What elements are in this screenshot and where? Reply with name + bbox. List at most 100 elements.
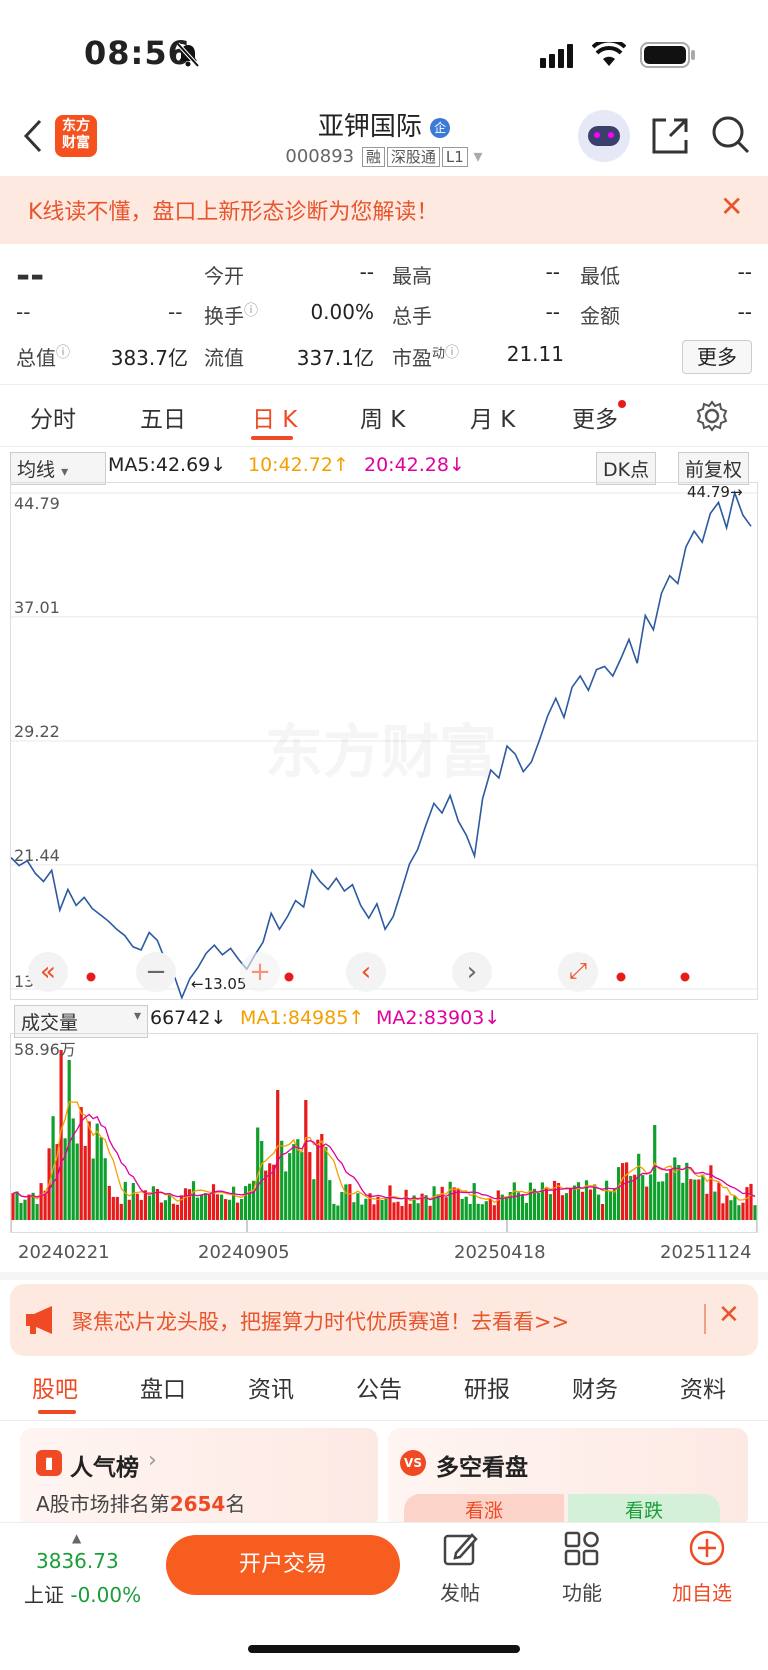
- price-axis-label: 29.22: [14, 722, 60, 741]
- tab-profile[interactable]: 资料: [680, 1370, 726, 1404]
- signal-dot[interactable]: [616, 972, 626, 982]
- tab-indicator: [38, 1410, 76, 1414]
- volume-bar: [324, 1146, 328, 1220]
- tab-weekly-k[interactable]: 周 K: [360, 400, 405, 434]
- expand-icon[interactable]: ▲: [72, 1531, 81, 1545]
- volume-bar: [677, 1165, 681, 1220]
- add-watchlist-label[interactable]: 加自选: [672, 1577, 732, 1606]
- fullscreen-icon[interactable]: ⤢: [558, 952, 598, 992]
- tab-news[interactable]: 资讯: [248, 1370, 294, 1404]
- volume-bar: [492, 1205, 496, 1220]
- tab-finance[interactable]: 财务: [572, 1370, 618, 1404]
- dk-point-button[interactable]: DK点: [596, 452, 657, 485]
- volume-bar: [593, 1184, 597, 1220]
- signal-dot[interactable]: [86, 972, 96, 982]
- price-axis-label: 44.79: [14, 494, 60, 513]
- divider: [0, 384, 768, 385]
- volume-bar: [697, 1179, 701, 1220]
- pe-value: 21.11: [506, 342, 564, 366]
- close-icon[interactable]: ✕: [718, 1300, 740, 1330]
- signal-dot[interactable]: [680, 972, 690, 982]
- volume-bar: [645, 1186, 649, 1220]
- open-account-button[interactable]: 开户交易: [166, 1535, 400, 1595]
- volume-bar: [432, 1186, 436, 1220]
- volume-bar: [19, 1203, 23, 1220]
- scroll-left-icon[interactable]: ‹: [346, 952, 386, 992]
- home-indicator: [248, 1645, 520, 1653]
- signal-dot[interactable]: [284, 972, 294, 982]
- volume-bar: [211, 1184, 216, 1220]
- tab-pankou[interactable]: 盘口: [140, 1370, 186, 1404]
- volume-bar: [143, 1190, 147, 1220]
- watermark: 东方财富: [265, 705, 497, 789]
- tag-margin: 融: [361, 147, 385, 167]
- rank-line: A股市场排名第2654名: [36, 1492, 246, 1516]
- volume-bar: [532, 1188, 536, 1220]
- change-percent: --: [168, 300, 183, 324]
- status-bar: 08:56: [0, 0, 768, 110]
- tab-announcements[interactable]: 公告: [356, 1370, 402, 1404]
- volume-chart[interactable]: [10, 1033, 758, 1233]
- volume-bar: [372, 1204, 376, 1220]
- volume-bar: [464, 1196, 468, 1220]
- volume-bar: [131, 1183, 135, 1220]
- volume-bar: [11, 1193, 15, 1220]
- grid-icon[interactable]: [564, 1531, 600, 1567]
- edit-post-icon[interactable]: [442, 1531, 478, 1567]
- divider: [0, 446, 768, 447]
- index-value[interactable]: 3836.73: [36, 1549, 119, 1573]
- tab-daily-k[interactable]: 日 K: [252, 400, 297, 434]
- indicator-select[interactable]: 均线 ▾: [10, 452, 106, 485]
- assistant-avatar[interactable]: [578, 110, 630, 162]
- search-icon[interactable]: [710, 114, 752, 156]
- kline-diagnosis-banner[interactable]: K线读不懂，盘口上新形态诊断为您解读！ ✕: [0, 176, 768, 244]
- tab-monthly-k[interactable]: 月 K: [470, 400, 515, 434]
- tab-guba[interactable]: 股吧: [32, 1370, 78, 1404]
- volume-bar: [484, 1201, 488, 1220]
- volume-value: --: [545, 300, 560, 324]
- volume-bar: [23, 1199, 27, 1220]
- volume-ma2: MA2:83903↓: [376, 1007, 501, 1029]
- zoom-in-icon[interactable]: +: [240, 952, 280, 992]
- promo-banner[interactable]: 聚焦芯片龙头股，把握算力时代优质赛道！去看看>> ✕: [10, 1284, 758, 1356]
- function-label[interactable]: 功能: [562, 1577, 602, 1606]
- bull-bear-card[interactable]: VS 多空看盘 看涨 看跌: [388, 1428, 748, 1528]
- info-icon: ⓘ: [445, 345, 460, 361]
- tab-intraday[interactable]: 分时: [30, 400, 76, 434]
- share-icon[interactable]: [650, 116, 690, 156]
- high-label: 最高: [392, 264, 432, 288]
- index-change[interactable]: 上证 -0.00%: [24, 1579, 141, 1608]
- volume-bar: [693, 1179, 697, 1220]
- post-label[interactable]: 发帖: [440, 1577, 480, 1606]
- volume-bar: [737, 1205, 741, 1220]
- volume-bar: [376, 1196, 380, 1220]
- volume-bar: [536, 1193, 540, 1220]
- volume-bar: [240, 1199, 244, 1220]
- tab-research[interactable]: 研报: [464, 1370, 510, 1404]
- volume-bar: [588, 1189, 593, 1220]
- scroll-right-icon[interactable]: ›: [452, 952, 492, 992]
- scroll-left-fast-icon[interactable]: «: [28, 952, 68, 992]
- popularity-card[interactable]: ▮ 人气榜 › A股市场排名第2654名: [20, 1428, 378, 1528]
- red-dot: [618, 400, 626, 408]
- amount-label: 金额: [580, 304, 620, 328]
- more-button[interactable]: 更多: [682, 340, 752, 374]
- volume-bar: [107, 1185, 111, 1220]
- add-watchlist-icon[interactable]: [688, 1529, 726, 1567]
- volume-bar: [661, 1181, 665, 1220]
- close-icon[interactable]: ✕: [720, 190, 743, 223]
- volume-bar: [613, 1189, 617, 1220]
- settings-icon[interactable]: [696, 400, 728, 432]
- volume-bar: [39, 1183, 43, 1220]
- volume-bar: [685, 1162, 689, 1220]
- tab-more[interactable]: 更多: [572, 400, 626, 434]
- volume-bar: [528, 1182, 532, 1220]
- min-price-mark: ←13.05: [191, 975, 247, 993]
- adjust-button[interactable]: 前复权: [678, 452, 750, 485]
- volume-bar: [548, 1194, 552, 1220]
- pe-label: 市盈动ⓘ: [392, 345, 460, 370]
- volume-bar: [721, 1203, 725, 1220]
- clock: 08:56: [84, 34, 191, 72]
- tab-five-day[interactable]: 五日: [140, 400, 186, 434]
- zoom-out-icon[interactable]: −: [136, 952, 176, 992]
